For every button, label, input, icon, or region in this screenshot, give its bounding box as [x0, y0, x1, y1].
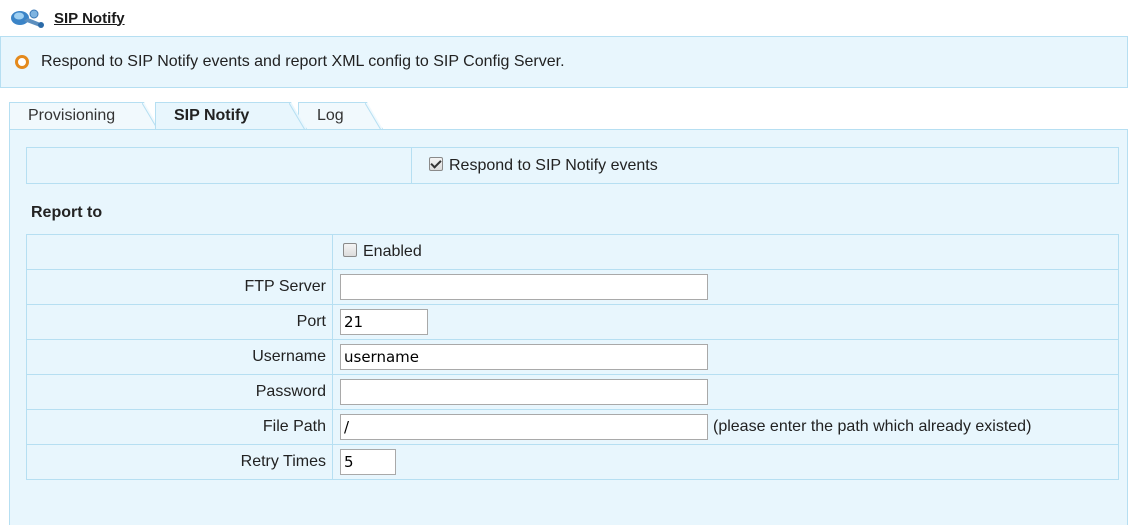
table-row: File Path / (please enter the path which …: [26, 409, 1119, 445]
enabled-label: Enabled: [363, 243, 422, 260]
page-header: SIP Notify: [10, 4, 125, 32]
password-label: Password: [26, 374, 333, 410]
ftp-server-input[interactable]: [340, 274, 708, 300]
password-input[interactable]: [340, 379, 708, 405]
tab-provisioning[interactable]: Provisioning: [9, 102, 160, 129]
table-row: Password: [26, 374, 1119, 410]
port-input[interactable]: 21: [340, 309, 428, 335]
username-label: Username: [26, 339, 333, 375]
page-title[interactable]: SIP Notify: [54, 10, 125, 27]
network-settings-icon: [10, 6, 46, 30]
retry-times-label: Retry Times: [26, 444, 333, 480]
table-row: Port 21: [26, 304, 1119, 340]
port-label: Port: [26, 304, 333, 340]
file-path-label: File Path: [26, 409, 333, 445]
enabled-checkbox[interactable]: [343, 243, 357, 257]
file-path-input[interactable]: /: [340, 414, 708, 440]
table-row: FTP Server: [26, 269, 1119, 305]
tab-provisioning-label: Provisioning: [28, 107, 116, 124]
respond-label-cell: [26, 147, 412, 184]
info-bar: Respond to SIP Notify events and report …: [0, 36, 1128, 88]
table-row: Username username: [26, 339, 1119, 375]
table-row: Retry Times 5: [26, 444, 1119, 480]
tab-sip-notify-label: SIP Notify: [174, 107, 250, 124]
report-table: Enabled FTP Server Port 21 Username user…: [26, 234, 1119, 480]
table-row: Enabled: [26, 234, 1119, 270]
respond-table: Respond to SIP Notify events: [26, 147, 1119, 184]
username-input[interactable]: username: [340, 344, 708, 370]
bullet-icon: [15, 55, 29, 69]
tab-log-label: Log: [317, 107, 344, 124]
tab-sip-notify[interactable]: SIP Notify: [155, 102, 307, 129]
tab-bar: Provisioning SIP Notify Log: [9, 102, 1128, 129]
info-text: Respond to SIP Notify events and report …: [41, 53, 565, 70]
retry-times-input[interactable]: 5: [340, 449, 396, 475]
section-title: Report to: [31, 204, 103, 221]
file-path-hint: (please enter the path which already exi…: [713, 418, 1032, 435]
respond-cell: Respond to SIP Notify events: [411, 147, 1119, 184]
tab-log[interactable]: Log: [298, 102, 383, 129]
ftp-server-label: FTP Server: [26, 269, 333, 305]
tab-content: Respond to SIP Notify events Report to E…: [9, 129, 1128, 525]
respond-checkbox[interactable]: [429, 156, 443, 171]
respond-label: Respond to SIP Notify events: [449, 156, 658, 174]
